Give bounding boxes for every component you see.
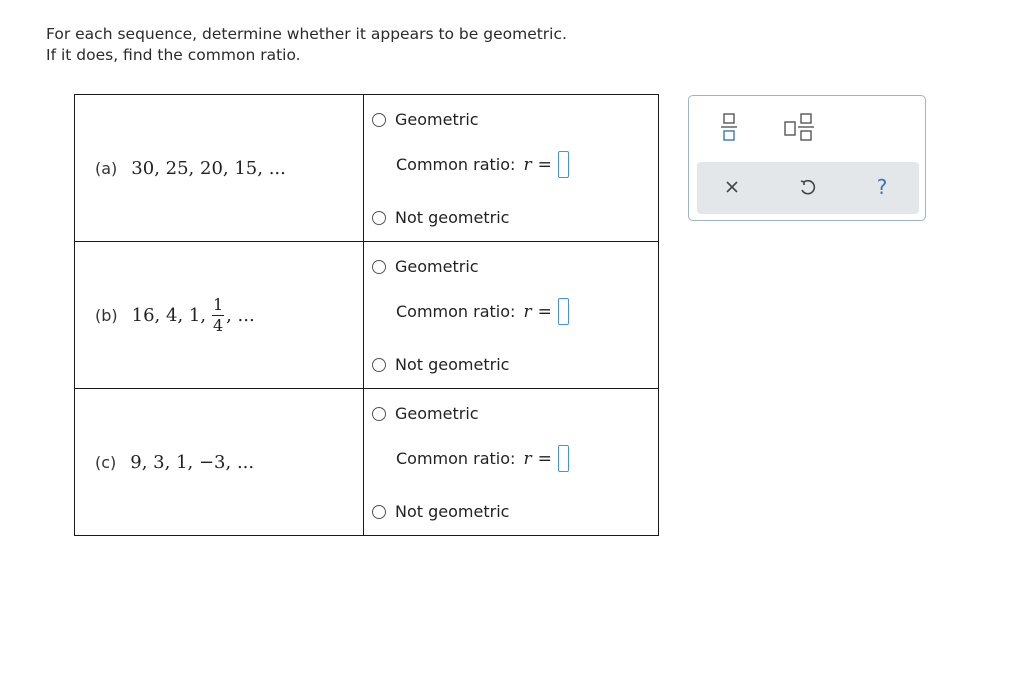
problem-row-b: (b) 16, 4, 1, 1 4 , ... Geometric Common… (74, 241, 659, 389)
geometric-option-a[interactable]: Geometric (372, 110, 479, 129)
undo-icon[interactable] (797, 176, 819, 198)
sequence-cell-b: (b) 16, 4, 1, 1 4 , ... (74, 241, 364, 389)
not-geometric-option-b[interactable]: Not geometric (372, 355, 509, 374)
equals-sign: = (537, 448, 552, 469)
problem-row-c: (c) 9, 3, 1, −3, ... Geometric Common ra… (74, 388, 659, 536)
sequence-a: 30, 25, 20, 15, ... (131, 157, 286, 179)
geometric-option-c[interactable]: Geometric (372, 404, 479, 423)
sequence-c: 9, 3, 1, −3, ... (130, 451, 255, 473)
toolbox-action-bar: ? (697, 162, 919, 214)
common-ratio-label: Common ratio: (396, 302, 516, 321)
ratio-variable: r (523, 301, 532, 322)
problem-row-a: (a) 30, 25, 20, 15, ... Geometric Common… (74, 94, 659, 242)
instructions-line-2: If it does, find the common ratio. (46, 46, 301, 64)
common-ratio-row-b: Common ratio: r = (396, 298, 569, 325)
not-geometric-option-a[interactable]: Not geometric (372, 208, 509, 227)
problem-label-c: (c) (95, 452, 117, 472)
not-geometric-option-c[interactable]: Not geometric (372, 502, 509, 521)
fraction-denominator: 4 (212, 315, 224, 335)
mixed-number-icon[interactable] (783, 112, 817, 142)
ratio-variable: r (523, 154, 532, 175)
equals-sign: = (537, 301, 552, 322)
not-geometric-option-label: Not geometric (395, 355, 510, 374)
common-ratio-row-a: Common ratio: r = (396, 151, 569, 178)
answer-cell-c: Geometric Common ratio: r = Not geometri… (363, 388, 659, 536)
answer-cell-a: Geometric Common ratio: r = Not geometri… (363, 94, 659, 242)
fraction-one-fourth: 1 4 (212, 294, 225, 335)
geometric-option-label: Geometric (395, 110, 479, 129)
radio-button[interactable] (372, 357, 386, 372)
radio-button[interactable] (372, 259, 386, 274)
instructions: For each sequence, determine whether it … (46, 24, 567, 66)
sequence-cell-a: (a) 30, 25, 20, 15, ... (74, 94, 364, 242)
common-ratio-input-a[interactable] (557, 151, 569, 178)
geometric-option-label: Geometric (395, 404, 479, 423)
common-ratio-input-c[interactable] (557, 445, 569, 472)
not-geometric-option-label: Not geometric (395, 502, 510, 521)
sequence-cell-c: (c) 9, 3, 1, −3, ... (74, 388, 364, 536)
fraction-numerator: 1 (212, 294, 224, 314)
problems-table: (a) 30, 25, 20, 15, ... Geometric Common… (74, 94, 659, 536)
fraction-icon[interactable] (719, 112, 739, 142)
instructions-line-1: For each sequence, determine whether it … (46, 25, 567, 43)
sequence-b-prefix: 16, 4, 1, (131, 304, 207, 326)
radio-button[interactable] (372, 406, 386, 421)
geometric-option-label: Geometric (395, 257, 479, 276)
clear-icon[interactable] (721, 176, 743, 198)
radio-button[interactable] (372, 210, 386, 225)
problem-label-b: (b) (95, 305, 118, 325)
help-icon[interactable]: ? (871, 176, 893, 198)
sequence-b: 16, 4, 1, 1 4 , ... (131, 294, 255, 335)
common-ratio-label: Common ratio: (396, 449, 516, 468)
geometric-option-b[interactable]: Geometric (372, 257, 479, 276)
help-glyph: ? (876, 175, 888, 199)
answer-cell-b: Geometric Common ratio: r = Not geometri… (363, 241, 659, 389)
radio-button[interactable] (372, 112, 386, 127)
common-ratio-input-b[interactable] (557, 298, 569, 325)
sequence-b-suffix: , ... (226, 304, 255, 326)
not-geometric-option-label: Not geometric (395, 208, 510, 227)
ratio-variable: r (523, 448, 532, 469)
common-ratio-row-c: Common ratio: r = (396, 445, 569, 472)
equals-sign: = (537, 154, 552, 175)
radio-button[interactable] (372, 504, 386, 519)
math-toolbox: ? (688, 95, 926, 221)
problem-label-a: (a) (95, 158, 118, 178)
common-ratio-label: Common ratio: (396, 155, 516, 174)
